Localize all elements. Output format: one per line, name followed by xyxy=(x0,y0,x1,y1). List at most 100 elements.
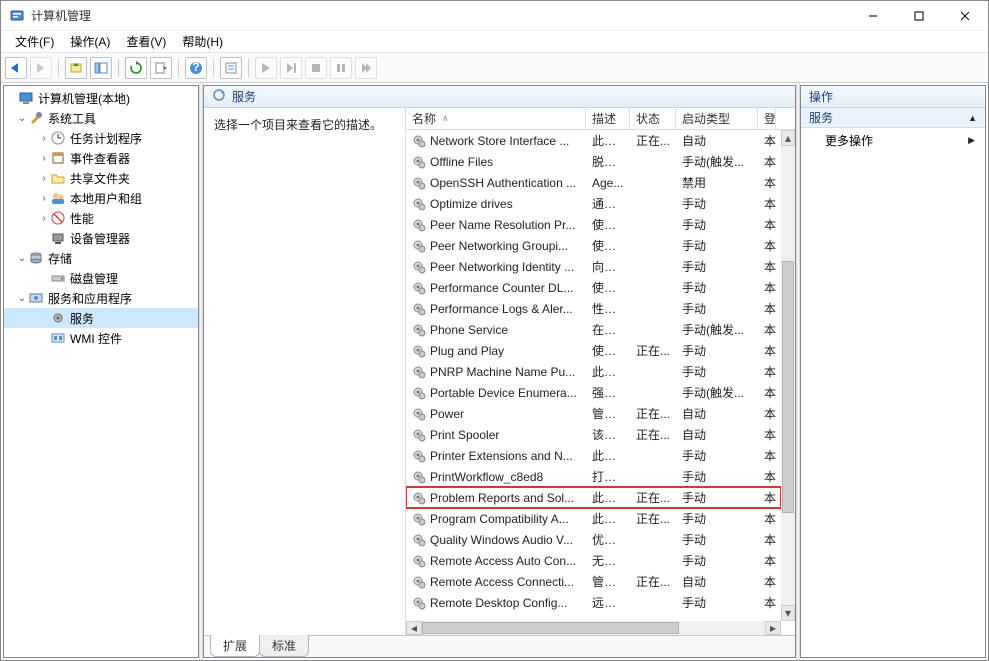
up-button[interactable] xyxy=(65,57,87,79)
step-service-button[interactable] xyxy=(280,57,302,79)
stop-service-button[interactable] xyxy=(305,57,327,79)
expand-icon[interactable]: › xyxy=(38,153,50,164)
service-desc-cell: 该服... xyxy=(586,426,630,443)
export-button[interactable] xyxy=(150,57,172,79)
expand-icon[interactable]: › xyxy=(38,213,50,224)
service-row[interactable]: Optimize drives通过...手动本 xyxy=(406,193,781,214)
menu-help[interactable]: 帮助(H) xyxy=(174,31,231,52)
minimize-button[interactable] xyxy=(850,1,896,31)
service-logon-cell: 本 xyxy=(758,258,776,275)
tree-disk-mgmt[interactable]: 磁盘管理 xyxy=(4,268,198,288)
service-name-cell: Phone Service xyxy=(406,323,586,337)
refresh-button[interactable] xyxy=(125,57,147,79)
service-logon-cell: 本 xyxy=(758,489,776,506)
service-row[interactable]: Program Compatibility A...此服...正在...手动本 xyxy=(406,508,781,529)
service-row[interactable]: Power管理...正在...自动本 xyxy=(406,403,781,424)
service-row[interactable]: Peer Name Resolution Pr...使用...手动本 xyxy=(406,214,781,235)
service-name-cell: Power xyxy=(406,407,586,421)
service-row[interactable]: OpenSSH Authentication ...Age...禁用本 xyxy=(406,172,781,193)
service-row[interactable]: Offline Files脱机...手动(触发...本 xyxy=(406,151,781,172)
scroll-left-icon[interactable]: ◂ xyxy=(406,621,422,635)
tree-shared-folders[interactable]: › 共享文件夹 xyxy=(4,168,198,188)
horizontal-scrollbar[interactable]: ◂ ▸ xyxy=(406,621,781,635)
service-row[interactable]: Peer Networking Identity ...向对...手动本 xyxy=(406,256,781,277)
service-row[interactable]: PrintWorkflow_c8ed8打印...手动本 xyxy=(406,466,781,487)
pause-service-button[interactable] xyxy=(330,57,352,79)
actions-more[interactable]: 更多操作 ▶ xyxy=(801,128,985,153)
col-status[interactable]: 状态 xyxy=(630,108,676,129)
service-row[interactable]: Plug and Play使计...正在...手动本 xyxy=(406,340,781,361)
maximize-button[interactable] xyxy=(896,1,942,31)
tree-event-viewer[interactable]: › 事件查看器 xyxy=(4,148,198,168)
help-button[interactable]: ? xyxy=(185,57,207,79)
vertical-scrollbar[interactable]: ▴ ▾ xyxy=(781,130,795,621)
service-row[interactable]: Performance Counter DL...使远...手动本 xyxy=(406,277,781,298)
tab-standard[interactable]: 标准 xyxy=(259,635,309,657)
tree-root[interactable]: 计算机管理(本地) xyxy=(4,88,198,108)
expand-icon[interactable]: › xyxy=(38,133,50,144)
expand-icon[interactable]: › xyxy=(38,193,50,204)
tree-system-tools[interactable]: ⌄ 系统工具 xyxy=(4,108,198,128)
service-row[interactable]: Peer Networking Groupi...使用...手动本 xyxy=(406,235,781,256)
close-button[interactable] xyxy=(942,1,988,31)
service-row[interactable]: PNRP Machine Name Pu...此服...手动本 xyxy=(406,361,781,382)
tree-services[interactable]: 服务 xyxy=(4,308,198,328)
main-area: 计算机管理(本地) ⌄ 系统工具 › 任务计划程序 › 事件查看器 › 共享文件… xyxy=(1,83,988,660)
restart-service-button[interactable] xyxy=(355,57,377,79)
menu-action[interactable]: 操作(A) xyxy=(62,31,118,52)
service-row[interactable]: Problem Reports and Sol...此服...正在...手动本 xyxy=(406,487,781,508)
start-service-button[interactable] xyxy=(255,57,277,79)
service-row[interactable]: Phone Service在设...手动(触发...本 xyxy=(406,319,781,340)
nav-forward-button[interactable] xyxy=(30,57,52,79)
service-logon-cell: 本 xyxy=(758,174,776,191)
app-icon xyxy=(9,8,25,24)
scroll-right-icon[interactable]: ▸ xyxy=(765,621,781,635)
service-row[interactable]: Network Store Interface ...此服...正在...自动本 xyxy=(406,130,781,151)
scroll-track[interactable] xyxy=(422,621,765,635)
service-row[interactable]: Print Spooler该服...正在...自动本 xyxy=(406,424,781,445)
menu-file[interactable]: 文件(F) xyxy=(7,31,62,52)
menu-view[interactable]: 查看(V) xyxy=(118,31,174,52)
show-hide-tree-button[interactable] xyxy=(90,57,112,79)
service-logon-cell: 本 xyxy=(758,279,776,296)
gear-icon xyxy=(50,310,66,326)
tree-device-manager[interactable]: 设备管理器 xyxy=(4,228,198,248)
expand-icon[interactable]: › xyxy=(38,173,50,184)
col-desc[interactable]: 描述 xyxy=(586,108,630,129)
service-row[interactable]: Printer Extensions and N...此服...手动本 xyxy=(406,445,781,466)
service-row[interactable]: Remote Desktop Config...远程...手动本 xyxy=(406,592,781,613)
tree-label: 存储 xyxy=(48,250,72,267)
actions-pane: 操作 服务 ▲ 更多操作 ▶ xyxy=(800,85,986,658)
col-name[interactable]: 名称∧ xyxy=(406,108,586,129)
properties-button[interactable] xyxy=(220,57,242,79)
service-row[interactable]: Remote Access Connecti...管理...正在...自动本 xyxy=(406,571,781,592)
tree-local-users[interactable]: › 本地用户和组 xyxy=(4,188,198,208)
tree-services-apps[interactable]: ⌄ 服务和应用程序 xyxy=(4,288,198,308)
collapse-icon[interactable]: ▲ xyxy=(968,113,977,123)
scroll-up-icon[interactable]: ▴ xyxy=(781,130,795,146)
expand-icon[interactable]: ⌄ xyxy=(16,253,28,264)
service-row[interactable]: Quality Windows Audio V...优质...手动本 xyxy=(406,529,781,550)
nav-back-button[interactable] xyxy=(5,57,27,79)
expand-icon[interactable]: ⌄ xyxy=(16,113,28,124)
scroll-thumb[interactable] xyxy=(782,261,794,513)
tab-extended[interactable]: 扩展 xyxy=(210,635,260,657)
col-start[interactable]: 启动类型 xyxy=(676,108,758,129)
svg-text:?: ? xyxy=(192,61,199,74)
service-row[interactable]: Portable Device Enumera...强制...手动(触发...本 xyxy=(406,382,781,403)
service-row[interactable]: Remote Access Auto Con...无论...手动本 xyxy=(406,550,781,571)
tree-performance[interactable]: › 性能 xyxy=(4,208,198,228)
service-row[interactable]: Performance Logs & Aler...性能...手动本 xyxy=(406,298,781,319)
scroll-track[interactable] xyxy=(781,146,795,605)
tabbar: 扩展 标准 xyxy=(204,635,795,657)
performance-icon xyxy=(50,210,66,226)
scroll-down-icon[interactable]: ▾ xyxy=(781,605,795,621)
tree-task-scheduler[interactable]: › 任务计划程序 xyxy=(4,128,198,148)
scroll-thumb[interactable] xyxy=(422,622,679,634)
col-logon[interactable]: 登 xyxy=(758,108,776,129)
actions-section-services[interactable]: 服务 ▲ xyxy=(801,108,985,128)
tree-wmi[interactable]: WMI 控件 xyxy=(4,328,198,348)
expand-icon[interactable]: ⌄ xyxy=(16,293,28,304)
tree-storage[interactable]: ⌄ 存储 xyxy=(4,248,198,268)
service-start-cell: 手动 xyxy=(676,342,758,359)
